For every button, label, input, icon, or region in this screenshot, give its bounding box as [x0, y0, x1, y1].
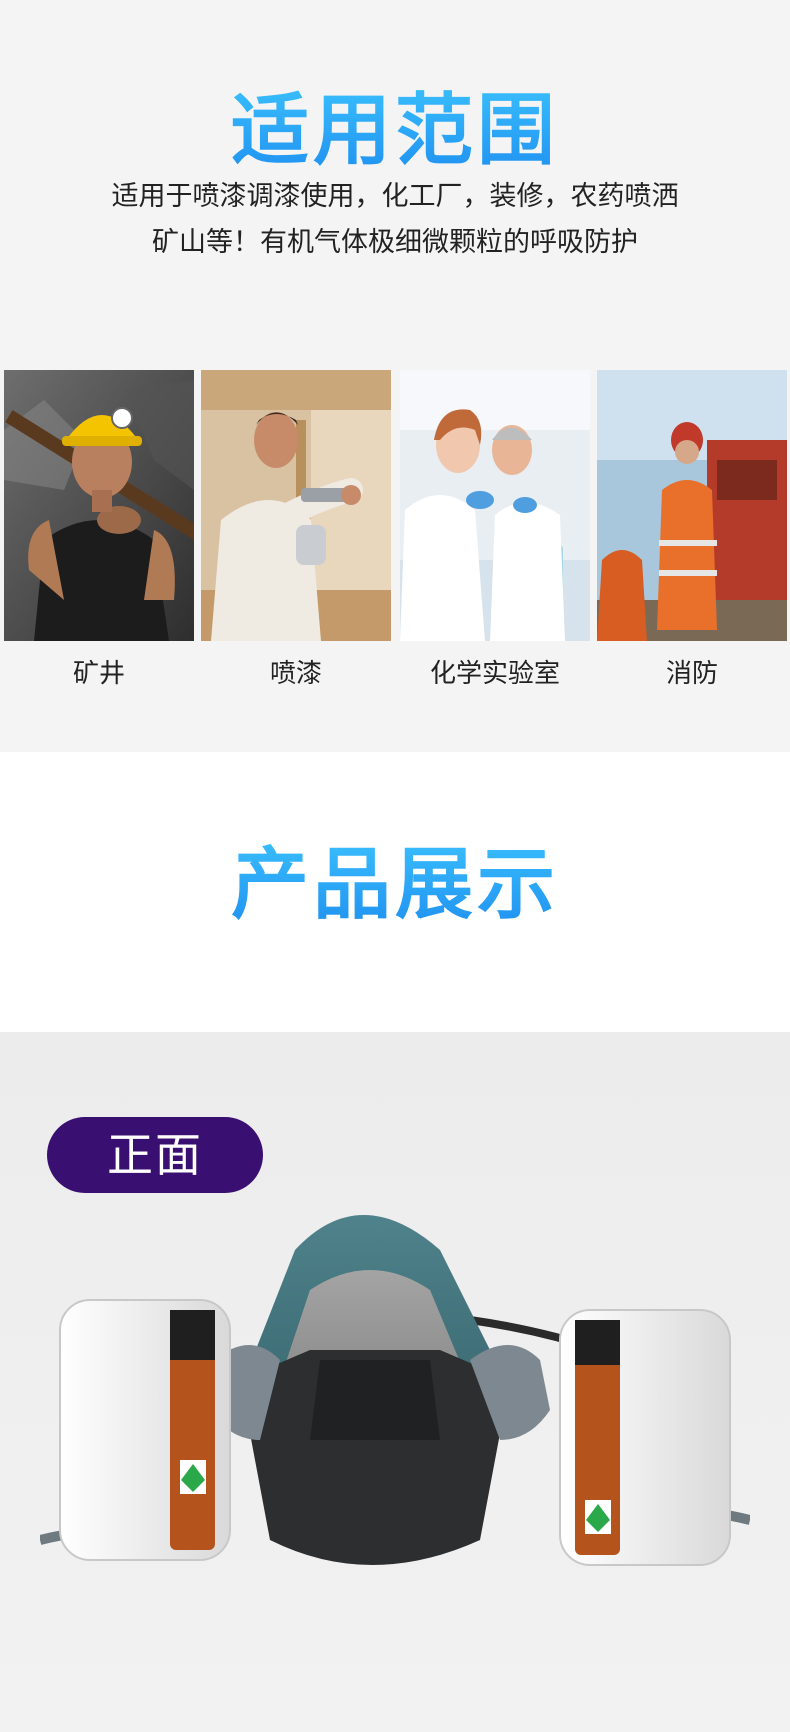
- scope-description-line2: 矿山等！有机气体极细微颗粒的呼吸防护: [152, 227, 638, 258]
- caption-spray-paint: 喷漆: [269, 659, 322, 689]
- scope-photo-row: [4, 370, 787, 641]
- front-view-label: 正面: [47, 1117, 263, 1193]
- scope-title: 适用范围: [0, 68, 790, 180]
- caption-firefighting: 消防: [665, 659, 718, 689]
- scope-section: 适用范围 适用于喷漆调漆使用，化工厂，装修，农药喷洒 矿山等！有机气体极细微颗粒…: [0, 0, 790, 752]
- spray-painter-photo: [201, 370, 391, 641]
- respirator-mask-image: [38, 1210, 752, 1630]
- caption-chemistry-lab: 化学实验室: [429, 659, 560, 689]
- firefighter-photo: [597, 370, 787, 641]
- product-title: 产品展示: [0, 822, 790, 934]
- miner-photo: [4, 370, 194, 641]
- scope-description-line1: 适用于喷漆调漆使用，化工厂，装修，农药喷洒: [111, 181, 679, 212]
- product-title-section: 产品展示: [0, 752, 790, 1032]
- caption-mine: 矿井: [72, 659, 125, 689]
- chemistry-lab-photo: [400, 370, 590, 641]
